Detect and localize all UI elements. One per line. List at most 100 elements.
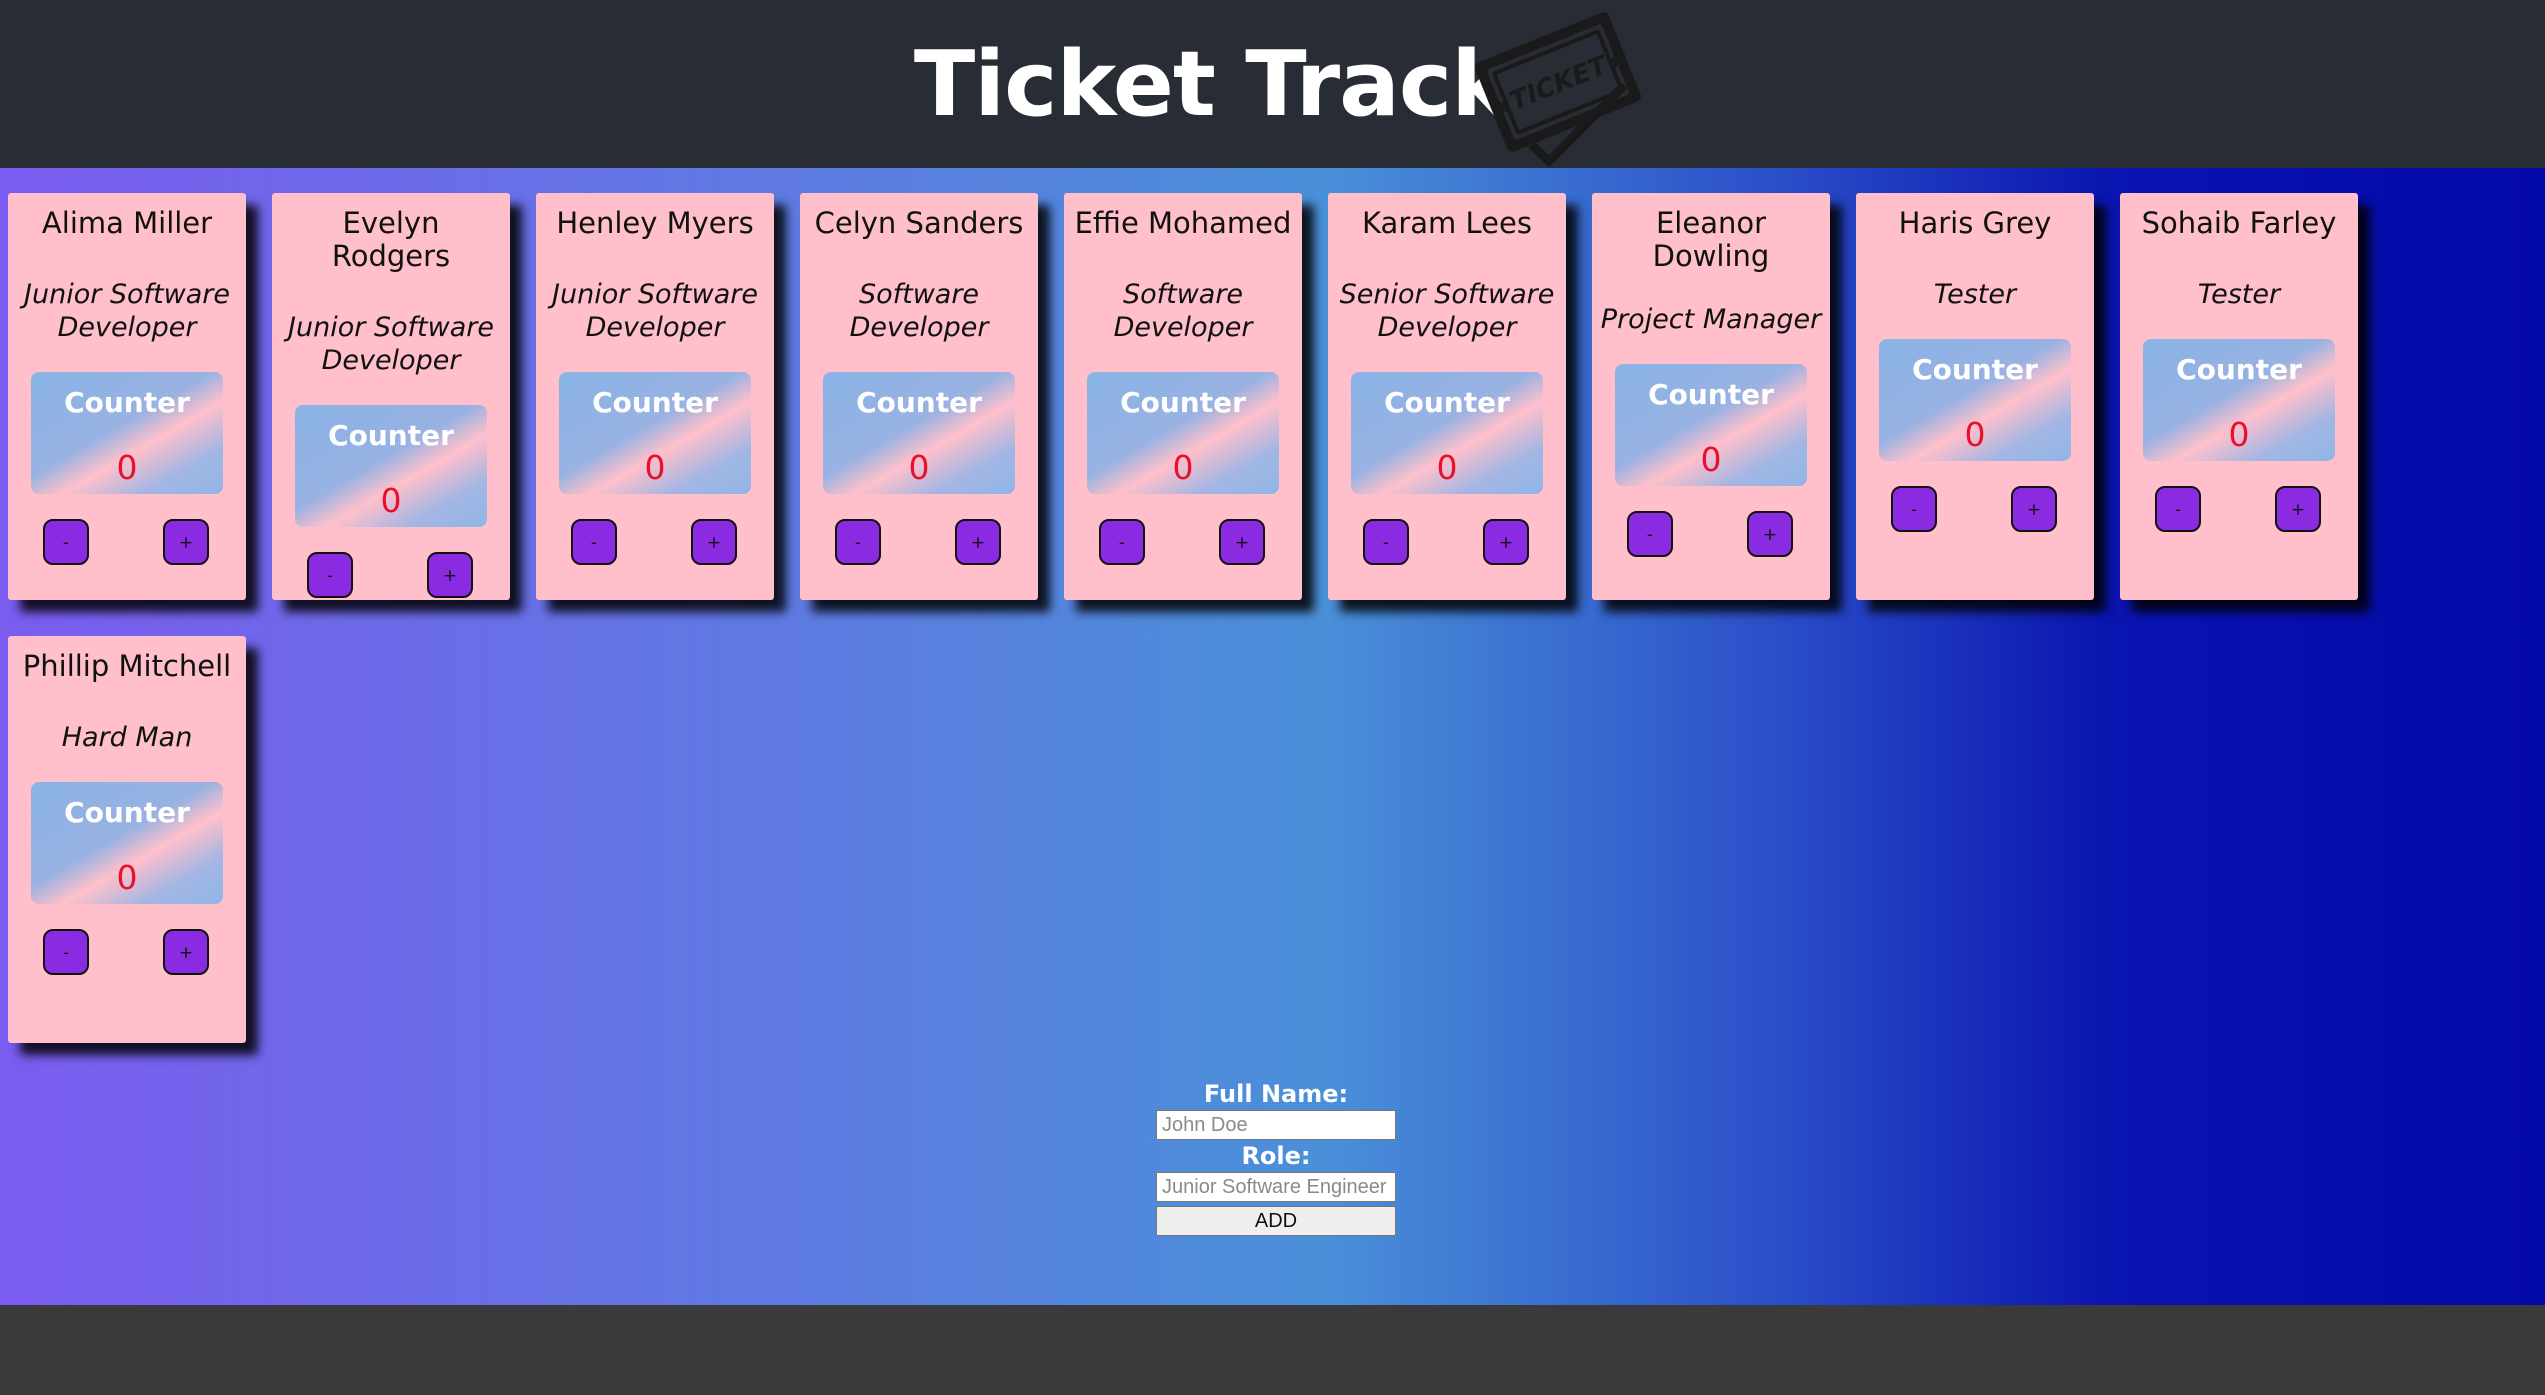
counter-value: 0 [116,858,138,897]
counter-controls: - + [1064,519,1302,567]
counter-panel: Counter 0 [2143,339,2335,461]
ticket-stamp-icon: ★TICKET★ [1475,12,1641,168]
person-role: Tester [1933,279,2017,310]
counter-value: 0 [380,481,402,520]
person-name: Sohaib Farley [2141,206,2337,240]
counter-label: Counter [1648,378,1774,411]
counter-value: 0 [1700,440,1722,479]
person-card: Effie Mohamed Software Developer Counter… [1064,193,1302,600]
counter-panel: Counter 0 [1351,372,1543,494]
increment-button[interactable]: + [2011,486,2057,532]
person-name: Eleanor Dowling [1652,206,1770,273]
person-card: Sohaib Farley Tester Counter 0 - + [2120,193,2358,600]
decrement-button[interactable]: - [571,519,617,565]
counter-controls: - + [8,519,246,567]
counter-controls: - + [800,519,1038,567]
counter-value: 0 [2228,415,2250,454]
counter-value: 0 [1964,415,1986,454]
counter-panel: Counter 0 [1615,364,1807,486]
counter-panel: Counter 0 [1087,372,1279,494]
add-button[interactable]: ADD [1156,1206,1396,1236]
person-card: Evelyn Rodgers Junior Software Developer… [272,193,510,600]
counter-label: Counter [64,386,190,419]
decrement-button[interactable]: - [1099,519,1145,565]
decrement-button[interactable]: - [2155,486,2201,532]
person-name: Alima Miller [41,206,213,240]
person-name: Evelyn Rodgers [331,206,451,273]
counter-panel: Counter 0 [559,372,751,494]
increment-button[interactable]: + [955,519,1001,565]
person-card: Alima Miller Junior Software Developer C… [8,193,246,600]
person-role: Senior Software Developer [1339,279,1555,343]
counter-controls: - + [8,929,246,977]
counter-controls: - + [1592,511,1830,559]
person-card: Karam Lees Senior Software Developer Cou… [1328,193,1566,600]
person-role: Hard Man [61,722,193,753]
decrement-button[interactable]: - [307,552,353,598]
decrement-button[interactable]: - [43,929,89,975]
tracker-board: Alima Miller Junior Software Developer C… [0,168,2545,1305]
increment-button[interactable]: + [427,552,473,598]
increment-button[interactable]: + [1747,511,1793,557]
counter-panel: Counter 0 [31,372,223,494]
increment-button[interactable]: + [2275,486,2321,532]
decrement-button[interactable]: - [43,519,89,565]
decrement-button[interactable]: - [835,519,881,565]
role-input[interactable] [1156,1172,1396,1202]
person-role: Project Manager [1600,304,1822,335]
counter-label: Counter [328,419,454,452]
counter-controls: - + [272,552,510,600]
counter-label: Counter [856,386,982,419]
person-name: Henley Myers [556,206,754,240]
page-footer [0,1305,2545,1395]
increment-button[interactable]: + [1483,519,1529,565]
decrement-button[interactable]: - [1363,519,1409,565]
counter-controls: - + [1328,519,1566,567]
counter-panel: Counter 0 [31,782,223,904]
person-card: Phillip Mitchell Hard Man Counter 0 - + [8,636,246,1043]
person-card: Haris Grey Tester Counter 0 - + [1856,193,2094,600]
full-name-input[interactable] [1156,1110,1396,1140]
increment-button[interactable]: + [1219,519,1265,565]
counter-controls: - + [536,519,774,567]
counter-panel: Counter 0 [295,405,487,527]
person-card: Celyn Sanders Software Developer Counter… [800,193,1038,600]
counter-value: 0 [908,448,930,487]
counter-label: Counter [1120,386,1246,419]
person-name: Karam Lees [1362,206,1532,240]
counter-value: 0 [1436,448,1458,487]
person-role: Software Developer [849,279,989,343]
decrement-button[interactable]: - [1891,486,1937,532]
person-name: Celyn Sanders [814,206,1024,240]
increment-button[interactable]: + [163,929,209,975]
increment-button[interactable]: + [163,519,209,565]
person-name: Haris Grey [1898,206,2052,240]
person-role: Software Developer [1113,279,1253,343]
counter-label: Counter [1912,353,2038,386]
counter-label: Counter [2176,353,2302,386]
increment-button[interactable]: + [691,519,737,565]
decrement-button[interactable]: - [1627,511,1673,557]
person-name: Phillip Mitchell [22,649,232,683]
counter-panel: Counter 0 [1879,339,2071,461]
title-row: Ticket Tracker [0,0,2545,168]
person-name: Effie Mohamed [1074,206,1292,240]
full-name-label: Full Name: [1203,1080,1349,1108]
counter-label: Counter [1384,386,1510,419]
counter-controls: - + [2120,486,2358,534]
app-header: Ticket Tracker ★TICKET★ [0,0,2545,168]
person-role: Junior Software Developer [288,312,494,376]
counter-value: 0 [116,448,138,487]
add-person-form: Full Name: Role: ADD [1155,1080,1397,1236]
role-label: Role: [1241,1142,1311,1170]
person-role: Junior Software Developer [24,279,230,343]
counter-panel: Counter 0 [823,372,1015,494]
person-card: Henley Myers Junior Software Developer C… [536,193,774,600]
person-card: Eleanor Dowling Project Manager Counter … [1592,193,1830,600]
counter-value: 0 [644,448,666,487]
person-role: Tester [2197,279,2281,310]
counter-label: Counter [64,796,190,829]
counter-value: 0 [1172,448,1194,487]
counter-controls: - + [1856,486,2094,534]
person-role: Junior Software Developer [552,279,758,343]
